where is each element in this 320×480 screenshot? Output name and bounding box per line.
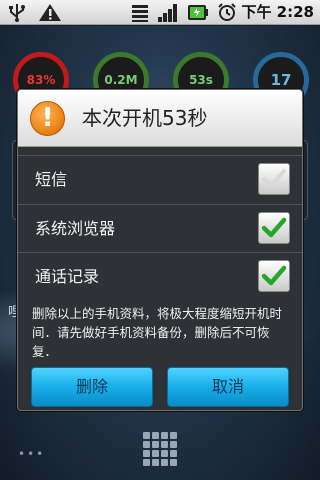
page-indicator-dots: •••	[18, 447, 46, 461]
signal-bars-icon	[132, 5, 148, 22]
boot-cleanup-dialog: ! 本次开机53秒 短信 系统浏览器 通话记录 删除以上的手机资料，将极大程度缩…	[17, 89, 303, 411]
checkmark-icon	[261, 217, 287, 238]
warning-icon	[39, 4, 61, 21]
option-row-call-log[interactable]: 通话记录	[18, 252, 302, 300]
cell-signal-icon	[158, 4, 177, 22]
status-time: 下午 2:28	[241, 3, 314, 21]
gauge-value: 83%	[26, 73, 56, 87]
gauge-value: 53s	[189, 73, 213, 87]
option-row-browser[interactable]: 系统浏览器	[18, 204, 302, 252]
delete-button[interactable]: 删除	[31, 367, 153, 407]
battery-icon	[188, 5, 208, 20]
checkbox-sms[interactable]	[258, 163, 290, 195]
checkbox-empty-icon	[262, 169, 286, 188]
alert-icon: !	[30, 101, 65, 136]
gauge-value: 0.2M	[104, 73, 138, 87]
option-label: 系统浏览器	[35, 219, 116, 238]
dialog-title: 本次开机53秒	[82, 106, 208, 130]
alarm-icon	[218, 3, 236, 21]
dialog-header: ! 本次开机53秒	[18, 90, 302, 147]
checkbox-browser[interactable]	[258, 212, 290, 244]
gauge-value: 17	[270, 71, 292, 89]
usb-icon	[9, 4, 25, 22]
checkbox-call-log[interactable]	[258, 260, 290, 292]
status-bar: 下午 2:28	[0, 0, 320, 25]
option-label: 通话记录	[35, 267, 100, 286]
dialog-message: 删除以上的手机资料，将极大程度缩短开机时间．请先做好手机资料备份，删除后不可恢复…	[32, 306, 283, 359]
option-label: 短信	[35, 170, 68, 189]
cancel-button[interactable]: 取消	[167, 367, 289, 407]
option-row-sms[interactable]: 短信	[18, 155, 302, 203]
checkmark-icon	[261, 265, 287, 286]
app-drawer-icon[interactable]	[143, 432, 177, 466]
